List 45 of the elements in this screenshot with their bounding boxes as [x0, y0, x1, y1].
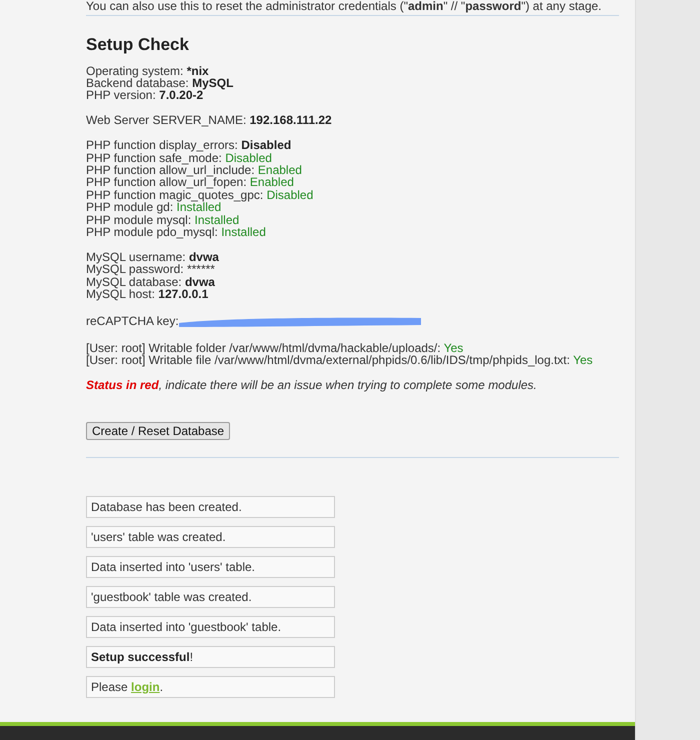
setting-value: dvwa — [184, 274, 215, 289]
setting-label: PHP function allow_url_include: — [86, 162, 256, 177]
message-text: Setup successful! — [91, 649, 194, 666]
setting-value: Enabled — [250, 175, 294, 190]
setting-label: Operating system: — [86, 64, 184, 78]
setting-value: ****** — [186, 262, 215, 276]
setting-value: Installed — [194, 212, 240, 227]
setting-label: MySQL username: — [86, 250, 187, 264]
setting-value: Installed — [176, 200, 222, 214]
setting-value: 127.0.0.1 — [158, 287, 208, 302]
setting-label: PHP function allow_url_fopen: — [86, 175, 247, 190]
intro-text: You can also use this to reset the administrator credentials ("admin" // "password") at any stage. — [86, 0, 602, 13]
setting-label: MySQL database: — [86, 274, 182, 289]
message-text: 'guestbook' table was created. — [91, 589, 252, 606]
message-text: Database has been created. — [91, 499, 242, 516]
setting-label: MySQL password: — [86, 262, 185, 276]
message-text: Data inserted into 'guestbook' table. — [91, 619, 282, 636]
page-heading: Setup Check — [86, 34, 190, 56]
setting-value: Yes — [573, 352, 593, 367]
setting-value: Disabled — [266, 188, 314, 202]
setting-label: PHP module gd: — [86, 200, 174, 214]
setting-label: PHP function magic_quotes_gpc: — [86, 188, 264, 202]
setting-label: PHP function display_errors: — [86, 138, 239, 152]
setting-value: *nix — [186, 64, 209, 78]
setting-value: Enabled — [258, 162, 302, 177]
setting-value: 7.0.20-2 — [159, 88, 204, 102]
setting-value: dvwa — [188, 250, 219, 264]
setting-label: reCAPTCHA key: — [86, 314, 179, 328]
message-text: 'users' table was created. — [91, 529, 226, 546]
setting-label: MySQL host: — [86, 287, 156, 302]
setting-label: Web Server SERVER_NAME: — [86, 113, 248, 128]
setting-label: PHP version: — [86, 88, 157, 102]
status-legend: Status in red, indicate there will be an issue when trying to complete some modules. — [86, 378, 619, 392]
setting-label: PHP function safe_mode: — [86, 150, 222, 165]
message-text: Please login. — [91, 679, 164, 696]
setting-value: 192.168.111.22 — [250, 113, 332, 128]
setting-value: Disabled — [241, 138, 292, 152]
setting-value: Yes — [444, 340, 464, 354]
setting-value: Disabled — [225, 150, 272, 165]
message-text: Data inserted into 'users' table. — [91, 559, 256, 576]
setting-value: Installed — [221, 224, 266, 239]
setting-label: PHP module mysql: — [86, 212, 192, 227]
setting-label: [User: root] Writable folder /var/www/html/dvma/hackable/uploads/: — [86, 340, 442, 354]
setting-value: MySQL — [192, 76, 234, 90]
create-database-button[interactable]: Create / Reset Database — [86, 422, 230, 440]
